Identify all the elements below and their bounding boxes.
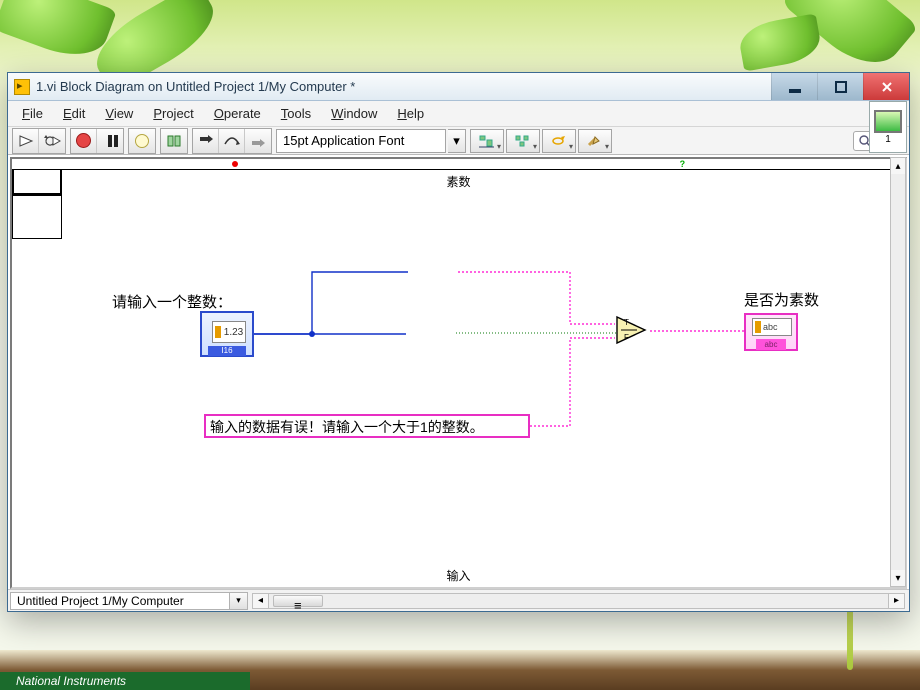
string-constant-error[interactable]: 输入的数据有误！请输入一个大于1的整数。 (204, 414, 530, 438)
step-over-button[interactable] (219, 129, 245, 153)
scroll-up[interactable]: ▴ (891, 158, 905, 174)
icon-index: 1 (885, 134, 891, 145)
reorder-button[interactable] (542, 129, 576, 153)
titlebar[interactable]: 1.vi Block Diagram on Untitled Project 1… (8, 73, 909, 101)
menu-operate[interactable]: Operate (204, 101, 271, 126)
svg-text:F: F (624, 333, 629, 342)
block-diagram-canvas[interactable]: 请输入一个整数： 是否为素数 1.23 I16 ◂▸ 素数 ? 输入 TF ab… (10, 157, 907, 589)
ctrl-datatype: I16 (208, 346, 246, 356)
pause-button[interactable] (97, 129, 123, 153)
window-title: 1.vi Block Diagram on Untitled Project 1… (36, 79, 771, 94)
subvi-input-label: 输入 (12, 567, 905, 584)
select-function[interactable]: TF (615, 315, 651, 345)
menu-edit[interactable]: Edit (53, 101, 95, 126)
font-label: 15pt Application Font (283, 133, 404, 148)
vertical-scrollbar[interactable]: ▴ ▾ (890, 157, 906, 587)
distribute-button[interactable] (506, 129, 540, 153)
menu-view[interactable]: View (95, 101, 143, 126)
maximize-button[interactable] (817, 73, 863, 100)
string-indicator[interactable]: abc abc (744, 313, 798, 351)
subvi-input-check[interactable]: ? 输入 (12, 195, 62, 239)
abort-button[interactable] (71, 129, 97, 153)
run-continuous-button[interactable] (39, 129, 65, 153)
scroll-down[interactable]: ▾ (891, 570, 905, 586)
ctrl-value: 1.23 (224, 327, 243, 338)
question-icon: ? (680, 159, 686, 169)
step-into-button[interactable] (193, 129, 219, 153)
scope-icon (874, 110, 902, 133)
vi-icon (14, 79, 30, 95)
align-button[interactable] (470, 129, 504, 153)
indicator-datatype: abc (756, 339, 786, 350)
output-indicator-label[interactable]: 是否为素数 (744, 289, 819, 310)
scroll-left[interactable]: ◂ (253, 594, 269, 608)
labview-window: 1.vi Block Diagram on Untitled Project 1… (7, 72, 910, 612)
menu-project[interactable]: Project (143, 101, 203, 126)
font-selector[interactable]: 15pt Application Font (276, 129, 446, 153)
input-control-label[interactable]: 请输入一个整数： (112, 291, 232, 312)
project-path[interactable]: Untitled Project 1/My Computer (10, 592, 230, 610)
menu-file[interactable]: File (12, 101, 53, 126)
svg-text:T: T (624, 318, 629, 327)
menubar: File Edit View Project Operate Tools Win… (8, 101, 909, 127)
horizontal-scrollbar[interactable]: ◂ ≡ ▸ (252, 593, 905, 609)
font-dropdown[interactable]: ▾ (448, 129, 466, 153)
string-constant-text: 输入的数据有误！请输入一个大于1的整数。 (210, 419, 484, 435)
vi-icon-pane[interactable]: 1 (869, 101, 907, 153)
toolbar: 15pt Application Font ▾ ? (8, 127, 909, 155)
subvi-prime-label: 素数 (12, 173, 905, 190)
step-out-button[interactable] (245, 129, 271, 153)
minimize-button[interactable] (771, 73, 817, 100)
run-button[interactable] (13, 129, 39, 153)
highlight-execution-button[interactable] (129, 129, 155, 153)
scroll-thumb[interactable]: ≡ (273, 595, 323, 607)
menu-help[interactable]: Help (387, 101, 434, 126)
menu-window[interactable]: Window (321, 101, 387, 126)
wires-overlay (12, 159, 905, 587)
menu-tools[interactable]: Tools (271, 101, 321, 126)
cleanup-button[interactable] (578, 129, 612, 153)
leaf-decor (737, 13, 824, 71)
scroll-right[interactable]: ▸ (888, 594, 904, 608)
indicator-text: abc (763, 322, 778, 332)
numeric-control[interactable]: 1.23 I16 (200, 311, 254, 357)
close-button[interactable] (863, 73, 909, 100)
project-path-dropdown[interactable]: ▾ (230, 592, 248, 610)
retain-wire-values-button[interactable] (161, 129, 187, 153)
statusbar: Untitled Project 1/My Computer ▾ ◂ ≡ ▸ (8, 589, 909, 611)
company-footer: National Instruments (0, 672, 250, 690)
